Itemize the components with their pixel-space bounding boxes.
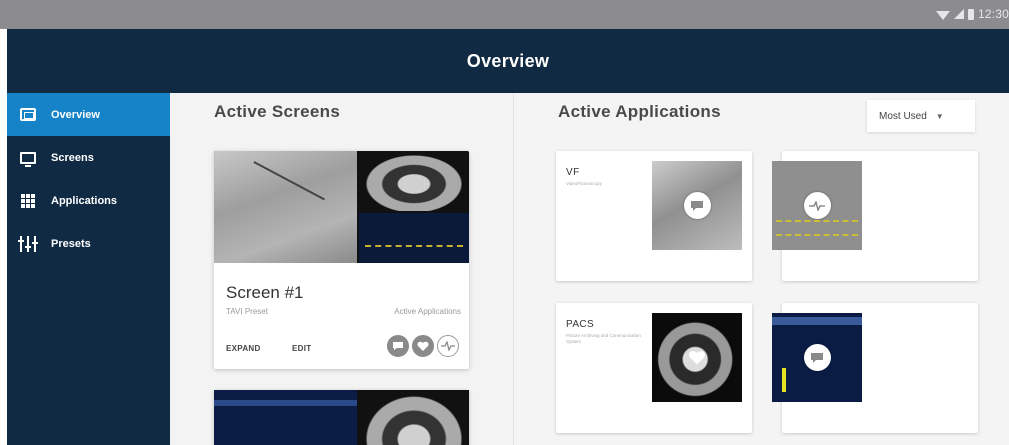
screen-card[interactable]: Screen #1 TAVI Preset Active Application… xyxy=(214,151,469,369)
chat-bubble-icon xyxy=(683,192,711,219)
wifi-icon xyxy=(935,10,950,20)
edit-button[interactable]: EDIT xyxy=(292,344,311,353)
screen-app-icons xyxy=(387,335,459,357)
fluoroscopy-image xyxy=(214,151,357,263)
app-abbreviation: PACS xyxy=(566,319,595,330)
ecg-icon[interactable] xyxy=(437,335,459,357)
heart-icon[interactable] xyxy=(412,335,434,357)
status-bar: 12:30 xyxy=(0,0,1009,29)
status-time: 12:30 xyxy=(977,7,1009,21)
app-card-cl[interactable]: CL Cath Lab xyxy=(772,303,978,433)
active-screens-panel: Active Screens Screen #1 TAVI Preset Act… xyxy=(170,93,513,445)
chat-bubble-icon[interactable] xyxy=(387,335,409,357)
active-applications-panel: Active Applications Most Used ▼ VF Video… xyxy=(513,93,1009,445)
monitor-icon xyxy=(17,150,39,167)
ct-scan-image xyxy=(357,390,469,445)
screen-thumbnail xyxy=(214,151,469,263)
active-screens-title: Active Screens xyxy=(214,102,341,121)
sidebar-item-label: Screens xyxy=(51,151,94,164)
app-card-pacs[interactable]: PACS Picture Archiving and Communication… xyxy=(556,303,752,433)
chat-bubble-icon xyxy=(803,344,831,371)
app-description: Picture Archiving and Communication Syst… xyxy=(566,333,641,344)
signal-icon xyxy=(953,9,964,19)
sort-dropdown-value: Most Used xyxy=(879,110,927,122)
app-card-pm[interactable]: PM Patient Monitor xyxy=(772,151,978,281)
sidebar-item-label: Overview xyxy=(51,108,100,121)
sliders-icon xyxy=(17,235,39,252)
cath-lab-image xyxy=(214,390,357,445)
status-icons: 12:30 xyxy=(935,4,1009,24)
sort-dropdown[interactable]: Most Used ▼ xyxy=(867,100,975,132)
screen-card[interactable] xyxy=(214,390,469,445)
app-thumbnail xyxy=(652,161,742,250)
screen-name: Screen #1 xyxy=(226,283,304,302)
app-description: VideoFluoroscopy xyxy=(566,181,602,186)
chevron-down-icon: ▼ xyxy=(935,111,944,121)
app-thumbnail xyxy=(772,161,862,250)
sidebar-item-label: Presets xyxy=(51,237,91,250)
app-card-vf[interactable]: VF VideoFluoroscopy xyxy=(556,151,752,281)
app-abbreviation: VF xyxy=(566,167,580,178)
monitor-image xyxy=(359,211,469,263)
app-thumbnail xyxy=(772,313,862,402)
battery-icon xyxy=(967,8,974,20)
page-title: Overview xyxy=(466,50,550,71)
grid-icon xyxy=(17,193,39,209)
sidebar-item-presets[interactable]: Presets xyxy=(7,222,170,265)
sidebar: Overview Screens Applications Presets xyxy=(7,93,170,445)
sidebar-item-screens[interactable]: Screens xyxy=(7,136,170,179)
app-bar: Overview xyxy=(7,29,1009,93)
sidebar-item-label: Applications xyxy=(51,194,118,207)
sidebar-item-applications[interactable]: Applications xyxy=(7,179,170,222)
active-applications-title: Active Applications xyxy=(558,102,721,121)
overview-icon xyxy=(17,107,39,123)
heart-icon xyxy=(684,344,711,371)
ecg-icon xyxy=(803,192,831,219)
active-applications-label: Active Applications xyxy=(394,307,461,316)
screen-preset: TAVI Preset xyxy=(226,307,268,316)
ct-scan-image xyxy=(359,151,469,211)
sidebar-item-overview[interactable]: Overview xyxy=(7,93,170,136)
expand-button[interactable]: EXPAND xyxy=(226,344,261,353)
app-thumbnail xyxy=(652,313,742,402)
